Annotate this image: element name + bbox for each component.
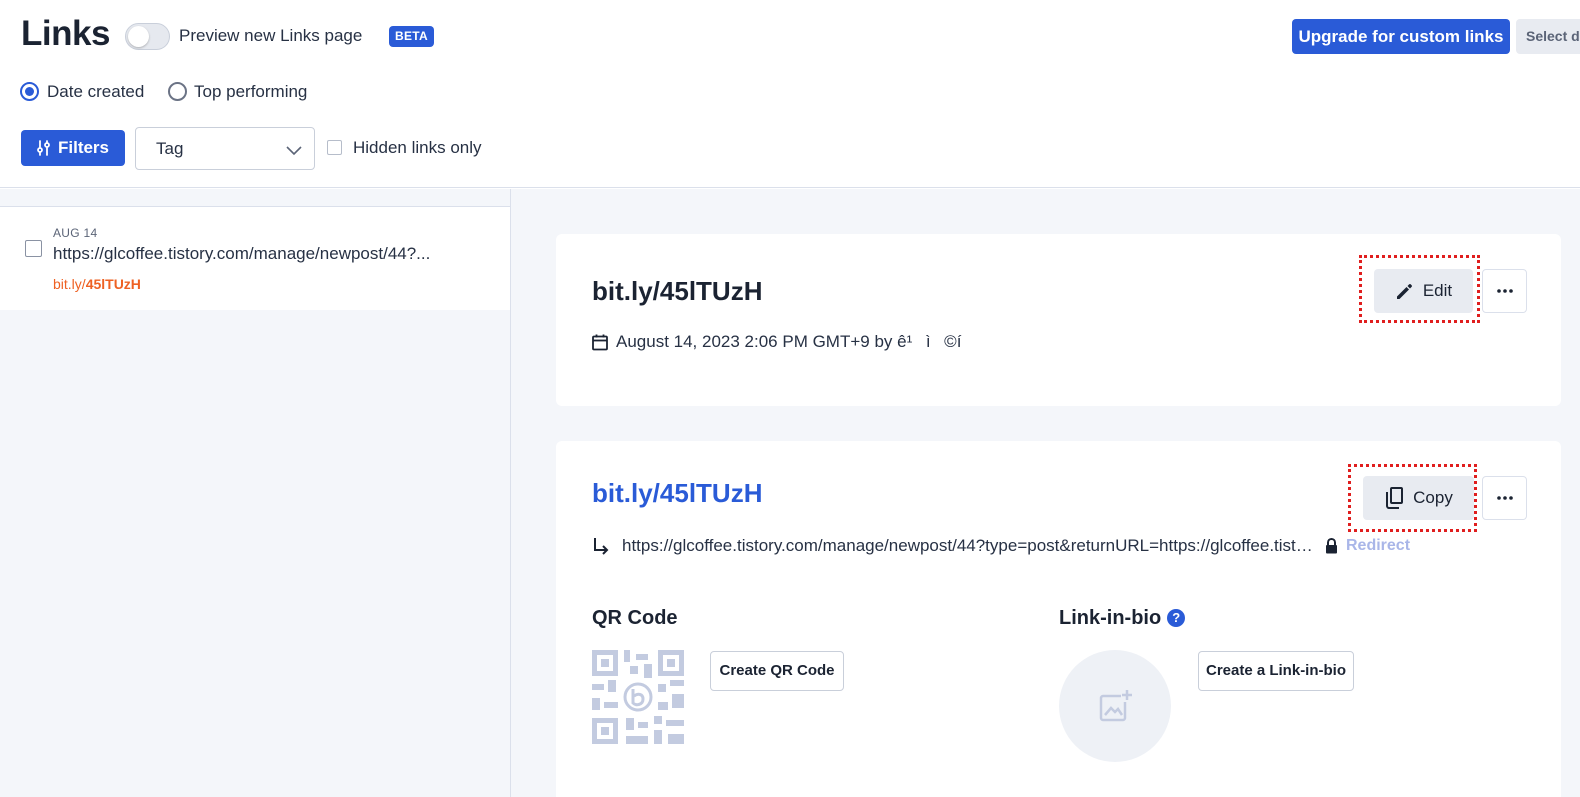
toggle-knob [128,26,149,47]
hidden-links-checkbox[interactable] [327,140,342,155]
copy-label: Copy [1413,488,1453,507]
qr-code-placeholder-icon [592,650,684,744]
calendar-icon [592,334,608,350]
chevron-down-icon [286,146,302,156]
copy-icon [1386,487,1404,509]
list-item-date: AUG 14 [53,226,98,240]
lock-icon [1326,538,1337,554]
link-summary-card: bit.ly/45lTUzH August 14, 2023 2:06 PM G… [556,234,1561,406]
edit-button[interactable]: Edit [1374,269,1473,313]
short-link-url[interactable]: bit.ly/45lTUzH [592,478,762,509]
link-details-card: bit.ly/45lTUzH Copy https://glcoffee.tis… [556,441,1561,797]
redirect-label: Redirect [1346,537,1411,554]
add-image-icon [1099,690,1132,722]
select-button[interactable]: Select date [1516,19,1580,54]
sliders-icon [37,140,50,156]
hidden-links-label: Hidden links only [353,138,482,157]
upgrade-button[interactable]: Upgrade for custom links [1292,19,1510,54]
list-item-url: https://glcoffee.tistory.com/manage/newp… [53,244,431,263]
edit-label: Edit [1422,281,1453,300]
destination-url[interactable]: https://glcoffee.tistory.com/manage/newp… [622,536,1314,556]
short-link-prefix: bit.ly/ [53,276,86,292]
pencil-icon [1396,283,1412,299]
copy-button[interactable]: Copy [1363,476,1474,520]
destination-row: https://glcoffee.tistory.com/manage/newp… [592,536,1410,556]
list-item[interactable]: AUG 14 https://glcoffee.tistory.com/mana… [0,206,510,310]
more-options-button[interactable] [1482,269,1527,313]
redirect-arrow-icon [594,538,609,555]
links-list-panel: AUG 14 https://glcoffee.tistory.com/mana… [0,189,511,797]
filters-button[interactable]: Filters [21,130,125,166]
link-detail-panel: bit.ly/45lTUzH August 14, 2023 2:06 PM G… [511,189,1580,797]
sort-date-created-radio[interactable] [20,82,39,101]
created-meta-text: August 14, 2023 2:06 PM GMT+9 by ê¹ì©í… [616,332,989,351]
more-options-button[interactable] [1482,476,1527,520]
sort-top-performing-radio[interactable] [168,82,187,101]
links-header: Links Preview new Links page BETA Upgrad… [0,0,1580,188]
more-icon [1496,496,1513,500]
link-in-bio-label: Link-in-bio [1059,607,1162,629]
list-item-checkbox[interactable] [25,240,42,257]
link-title: bit.ly/45lTUzH [592,276,763,306]
sort-date-created-label: Date created [47,82,145,101]
filters-label: Filters [57,138,110,157]
beta-badge: BETA [389,26,434,47]
create-link-in-bio-button[interactable]: Create a Link-in-bio [1198,651,1354,691]
tag-select[interactable]: Tag [135,127,315,170]
link-in-bio-title: Link-in-bio? [1059,607,1186,630]
sort-top-performing-label: Top performing [194,82,308,101]
create-qr-code-button[interactable]: Create QR Code [710,651,844,691]
list-item-short-link[interactable]: bit.ly/45lTUzH [53,276,141,292]
short-link-code: 45lTUzH [85,276,141,292]
more-icon [1496,289,1513,293]
preview-label: Preview new Links page [179,26,363,45]
link-meta: August 14, 2023 2:06 PM GMT+9 by ê¹ì©í… [592,331,989,353]
preview-toggle[interactable] [125,23,170,50]
link-in-bio-avatar [1059,650,1171,762]
tag-select-value: Tag [156,139,184,158]
help-icon[interactable]: ? [1167,609,1186,627]
page-title: Links [21,14,110,53]
qr-code-title: QR Code [592,607,678,629]
